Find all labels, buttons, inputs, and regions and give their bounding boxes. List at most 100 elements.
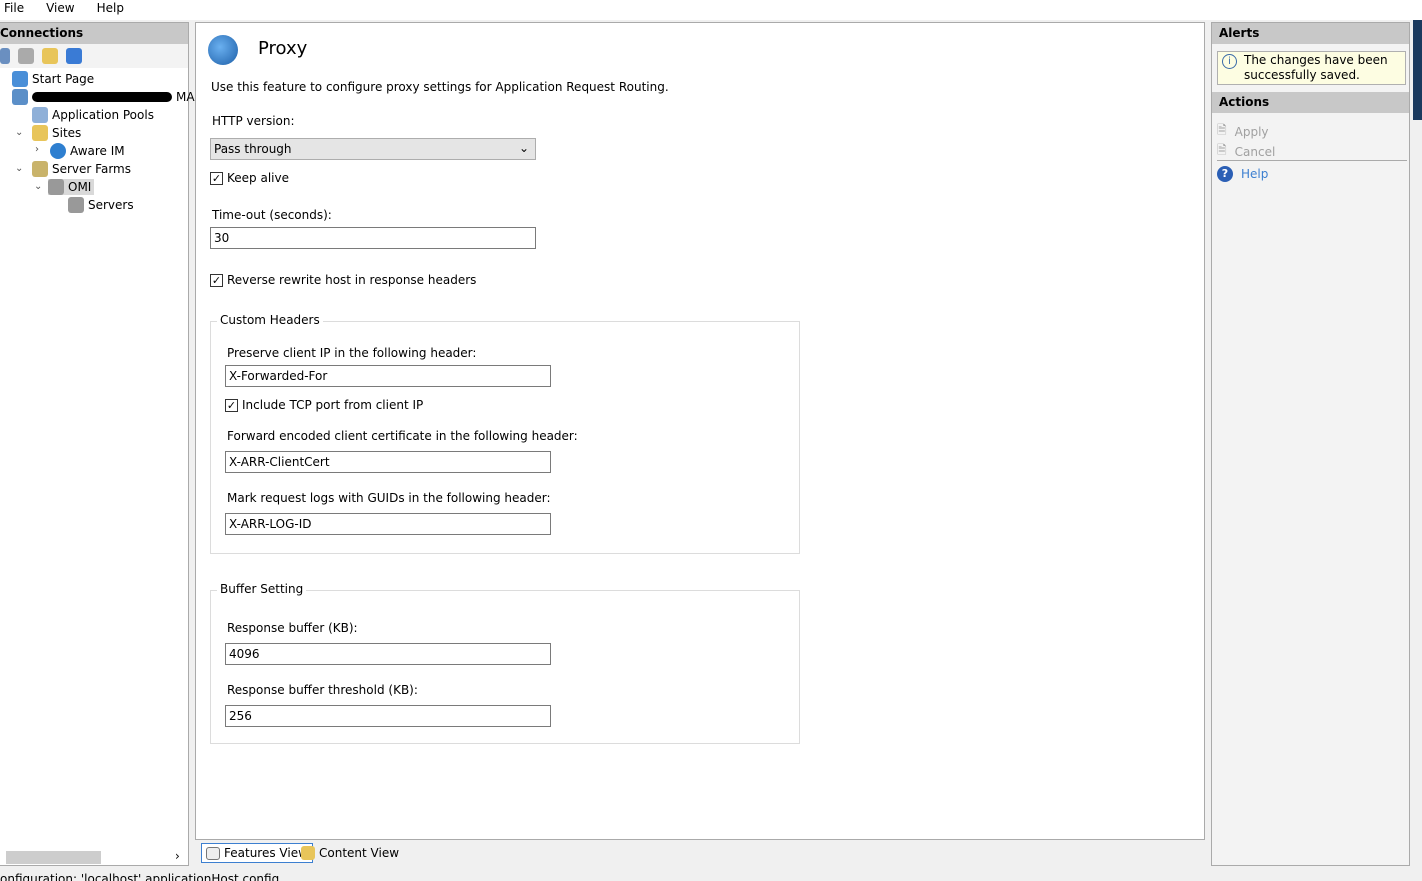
group-title: Custom Headers: [217, 313, 323, 327]
preserve-ip-input[interactable]: X-Forwarded-For: [225, 365, 551, 387]
actions-title: Actions: [1212, 92, 1409, 113]
label: Content View: [319, 846, 400, 860]
scroll-right-icon[interactable]: ›: [175, 849, 180, 863]
label: Features View: [224, 846, 308, 860]
label: MA: [176, 90, 195, 104]
custom-headers-group: Custom Headers Preserve client IP in the…: [210, 313, 800, 554]
http-version-select[interactable]: Pass through ⌄: [210, 138, 536, 160]
status-text: onfiguration: 'localhost' applicationHos…: [0, 872, 280, 881]
help-action[interactable]: ? Help: [1217, 166, 1268, 182]
menu-file[interactable]: File: [0, 0, 24, 20]
status-bar: onfiguration: 'localhost' applicationHos…: [0, 870, 1422, 881]
alerts-title: Alerts: [1212, 23, 1409, 44]
label: Cancel: [1234, 144, 1276, 159]
http-version-label: HTTP version:: [212, 114, 295, 128]
tree-aware-im[interactable]: Aware IM: [50, 143, 125, 159]
tree-start-page[interactable]: Start Page: [12, 71, 94, 87]
menu-bar: File View Help: [0, 0, 1422, 20]
disconnect-icon[interactable]: [66, 48, 82, 64]
servers-icon: [68, 197, 84, 213]
apply-icon: 🗎: [1217, 123, 1227, 137]
start-page-icon: [12, 71, 28, 87]
client-cert-input[interactable]: X-ARR-ClientCert: [225, 451, 551, 473]
timeout-input[interactable]: 30: [210, 227, 536, 249]
tree-server-farms[interactable]: Server Farms: [32, 161, 131, 177]
reverse-rewrite-checkbox[interactable]: ✓ Reverse rewrite host in response header…: [210, 273, 476, 287]
label: Help: [1241, 167, 1269, 181]
server-farm-icon: [48, 179, 64, 195]
horizontal-scrollbar[interactable]: [6, 851, 101, 864]
keep-alive-checkbox[interactable]: ✓ Keep alive: [210, 171, 289, 185]
help-icon: ?: [1217, 166, 1233, 182]
label: Application Pools: [52, 108, 154, 122]
label: Apply: [1234, 124, 1269, 139]
tree-servers[interactable]: Servers: [68, 197, 134, 213]
response-buffer-input[interactable]: 4096: [225, 643, 551, 665]
buffer-setting-group: Buffer Setting Response buffer (KB): 409…: [210, 582, 800, 744]
tree-server[interactable]: MA: [12, 89, 195, 105]
label: Servers: [88, 198, 134, 212]
buffer-threshold-input[interactable]: 256: [225, 705, 551, 727]
guid-label: Mark request logs with GUIDs in the foll…: [227, 491, 551, 505]
label: Sites: [52, 126, 82, 140]
connect-icon[interactable]: [0, 48, 10, 64]
app-pools-icon: [32, 107, 48, 123]
preserve-ip-label: Preserve client IP in the following head…: [227, 346, 477, 360]
label: OMI: [68, 180, 92, 194]
chevron-down-icon: ⌄: [518, 141, 529, 155]
features-view-icon: [206, 846, 220, 860]
connections-title: Connections: [0, 23, 188, 44]
include-tcp-checkbox[interactable]: ✓ Include TCP port from client IP: [225, 398, 423, 412]
connections-panel: Connections Start Page MA Application Po…: [0, 22, 195, 866]
label: Include TCP port from client IP: [242, 398, 424, 412]
view-tabs: Features View Content View: [195, 840, 1205, 866]
guid-input[interactable]: X-ARR-LOG-ID: [225, 513, 551, 535]
divider: [1217, 160, 1407, 161]
label: Aware IM: [70, 144, 125, 158]
label: Keep alive: [227, 171, 289, 185]
server-farm-icon: [32, 161, 48, 177]
timeout-label: Time-out (seconds):: [212, 208, 332, 222]
alert-message: i The changes have been successfully save…: [1217, 51, 1406, 85]
buffer-threshold-label: Response buffer threshold (KB):: [227, 683, 418, 697]
label: Start Page: [32, 72, 95, 86]
up-folder-icon[interactable]: [42, 48, 58, 64]
globe-icon: [50, 143, 66, 159]
content-view-tab[interactable]: Content View: [301, 843, 399, 863]
response-buffer-label: Response buffer (KB):: [227, 621, 358, 635]
proxy-feature-panel: Proxy Use this feature to configure prox…: [195, 22, 1205, 840]
checkbox-box[interactable]: ✓: [210, 273, 223, 287]
page-title: Proxy: [258, 38, 308, 59]
cancel-action[interactable]: 🗎 Cancel: [1217, 141, 1275, 162]
label: Reverse rewrite host in response headers: [227, 273, 477, 287]
menu-help[interactable]: Help: [93, 0, 124, 20]
description: Use this feature to configure proxy sett…: [211, 80, 669, 94]
apply-action[interactable]: 🗎 Apply: [1217, 121, 1269, 142]
chevron-down-icon[interactable]: ⌄: [15, 127, 23, 138]
server-icon: [12, 89, 28, 105]
save-icon[interactable]: [18, 48, 34, 64]
content-view-icon: [301, 846, 315, 860]
checkbox-box[interactable]: ✓: [225, 398, 238, 412]
client-cert-label: Forward encoded client certificate in th…: [227, 429, 578, 443]
tree-omi[interactable]: OMI: [48, 179, 95, 195]
folder-icon: [32, 125, 48, 141]
cancel-icon: 🗎: [1217, 143, 1227, 157]
features-view-tab[interactable]: Features View: [201, 843, 313, 863]
connections-toolbar: [0, 44, 188, 68]
chevron-right-icon[interactable]: ›: [35, 144, 39, 155]
label: Server Farms: [52, 162, 131, 176]
tree-application-pools[interactable]: Application Pools: [32, 107, 154, 123]
chevron-down-icon[interactable]: ⌄: [15, 163, 23, 174]
background-window-edge: [1413, 20, 1422, 120]
group-title: Buffer Setting: [217, 582, 307, 596]
right-panel: Alerts i The changes have been successful…: [1211, 22, 1410, 866]
selected-value: Pass through: [214, 142, 292, 156]
checkbox-box[interactable]: ✓: [210, 171, 223, 185]
chevron-down-icon[interactable]: ⌄: [34, 181, 42, 192]
menu-view[interactable]: View: [42, 0, 74, 20]
alert-text: The changes have been successfully saved…: [1244, 53, 1388, 82]
proxy-icon: [208, 35, 238, 65]
info-icon: i: [1222, 54, 1237, 69]
tree-sites[interactable]: Sites: [32, 125, 81, 141]
